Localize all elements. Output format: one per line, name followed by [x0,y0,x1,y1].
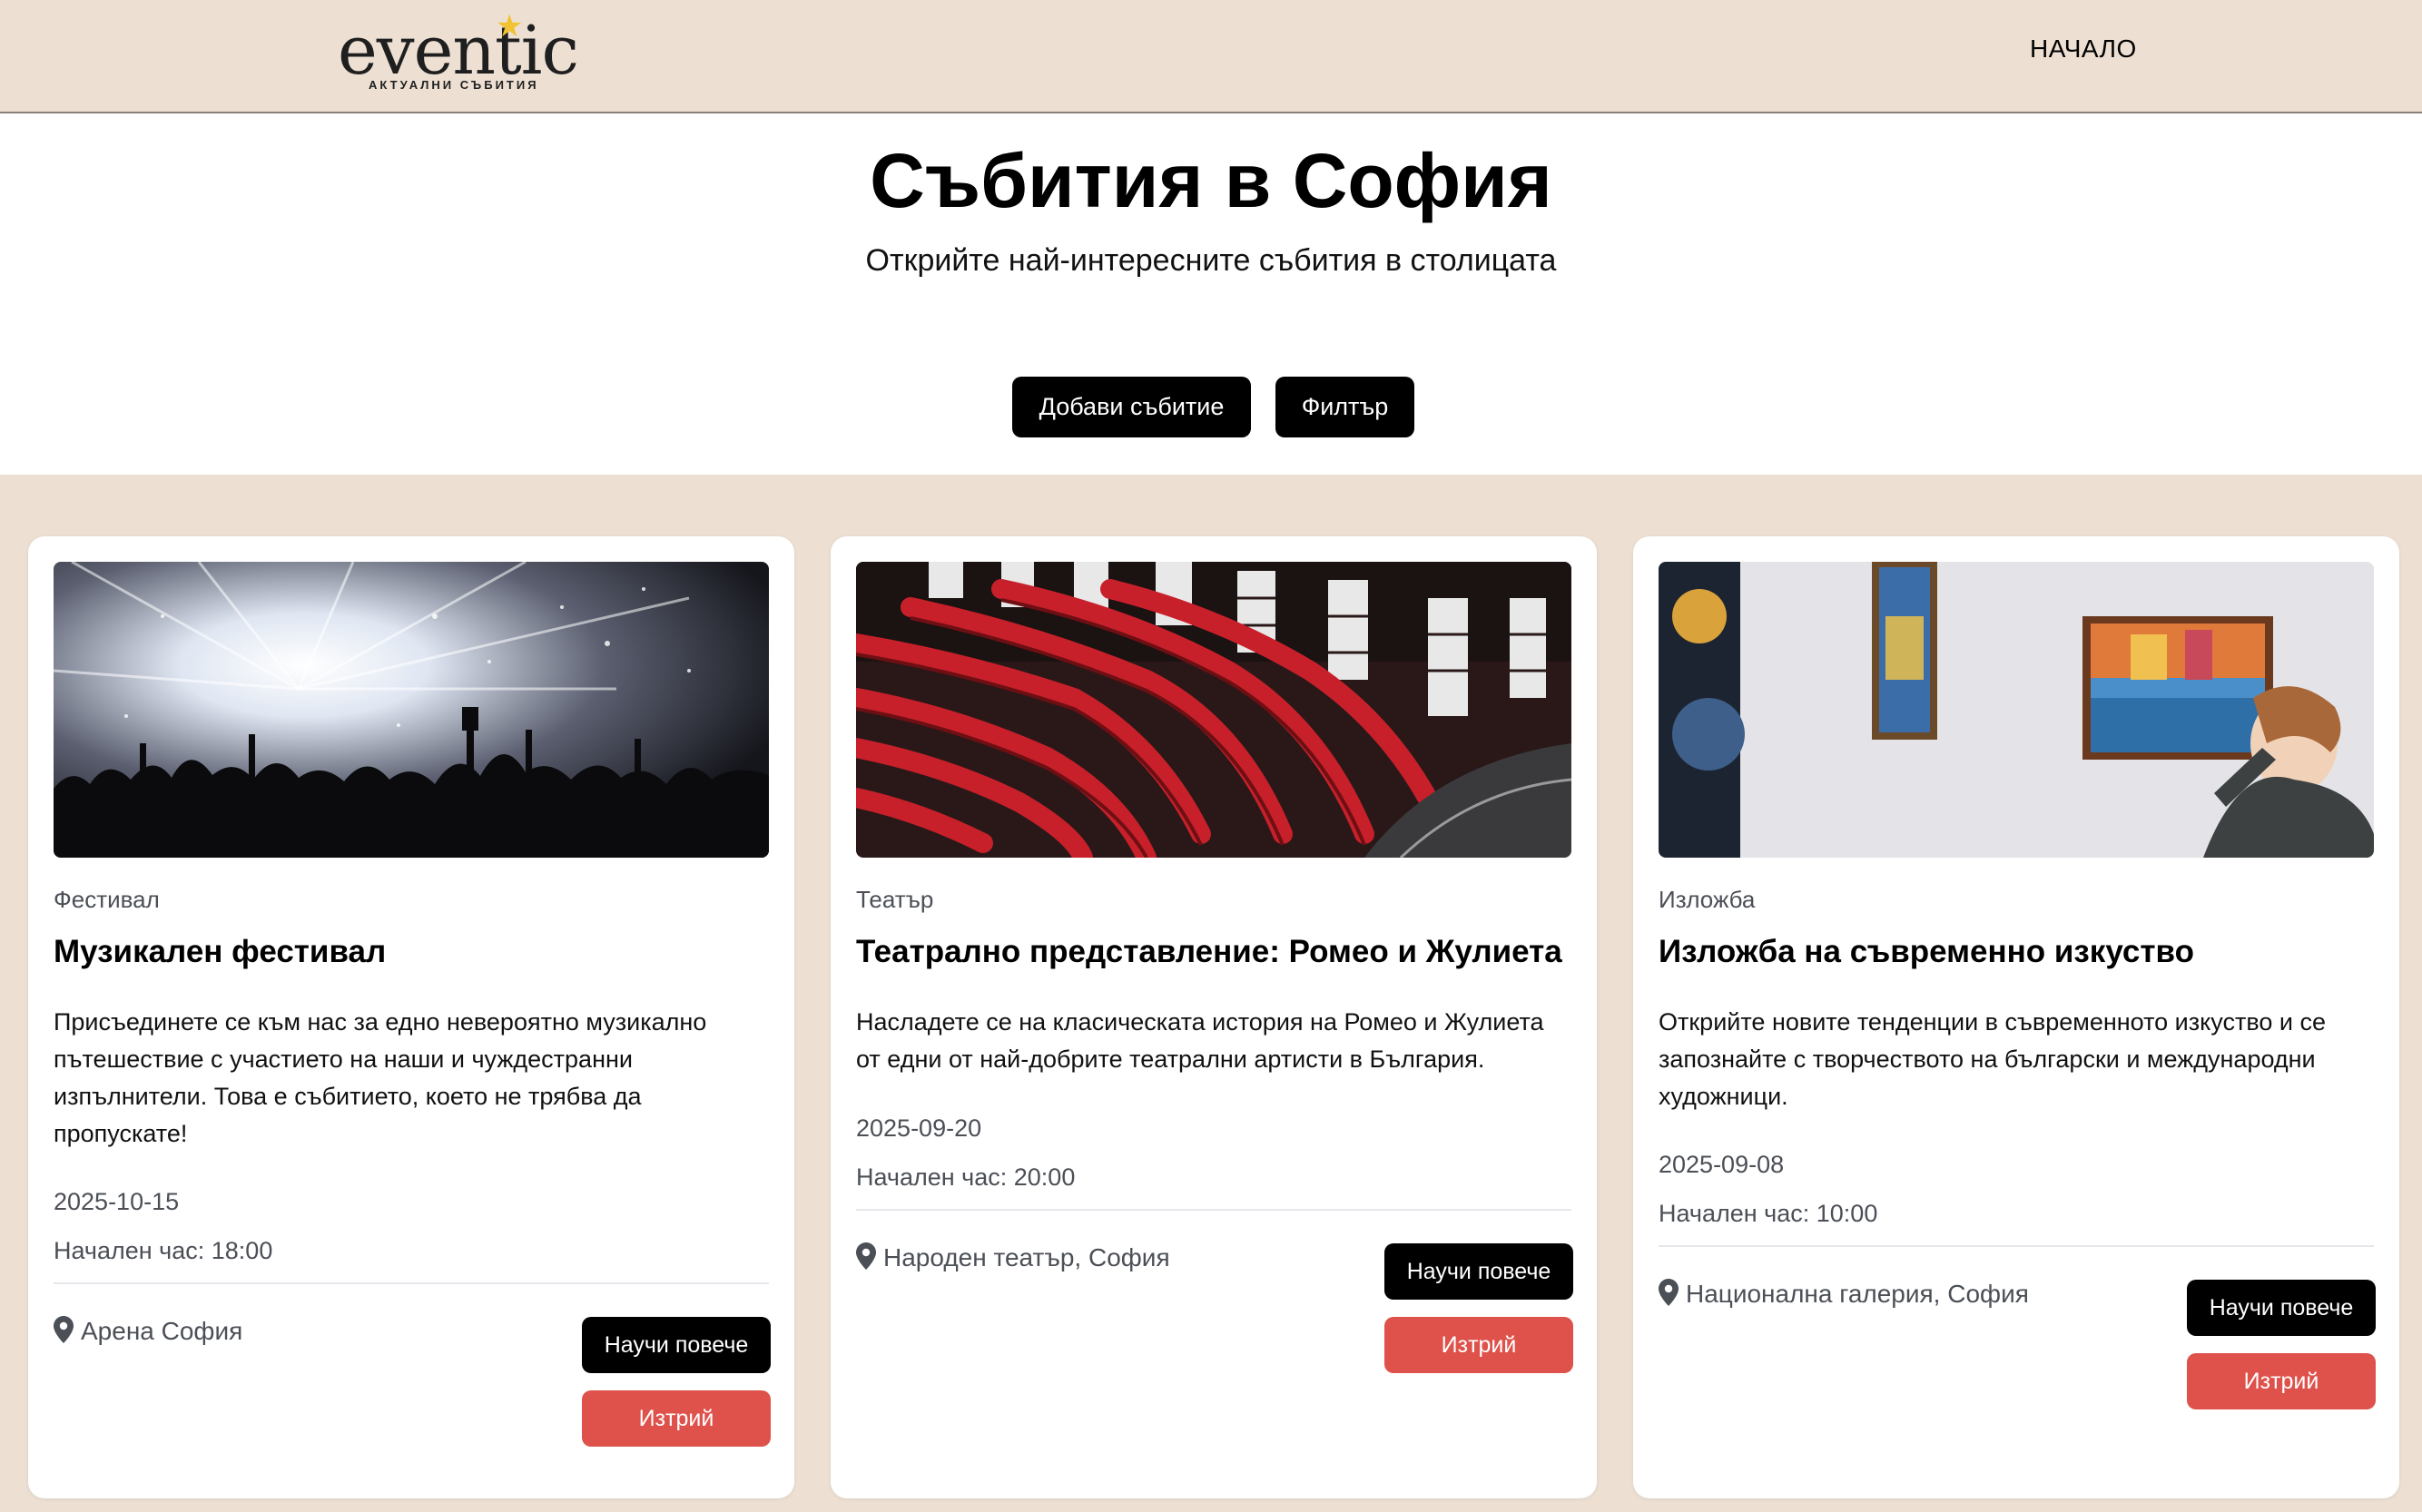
top-navbar: eventic ★ АКТУАЛНИ СЪБИТИЯ НАЧАЛО [0,0,2422,113]
event-location: Народен театър, София [856,1242,1170,1272]
card-divider [856,1209,1571,1211]
learn-more-button[interactable]: Научи повече [1384,1243,1573,1300]
page-title: Събития в София [870,138,1552,223]
event-start-time: Начален час: 20:00 [856,1163,1076,1191]
event-description: Насладете се на класическата история на … [856,1008,1544,1073]
event-category: Театър [856,886,934,913]
learn-more-button[interactable]: Научи повече [2187,1280,2376,1336]
card-divider [54,1282,769,1284]
event-location-text: Арена София [81,1317,243,1345]
event-image-concert [54,562,769,858]
event-date: 2025-10-15 [54,1188,180,1215]
event-image-gallery [1659,562,2374,858]
delete-button[interactable]: Изтрий [1384,1317,1573,1373]
star-icon: ★ [496,9,524,44]
event-card: Фестивал Музикален фестивал Присъединете… [28,536,794,1498]
event-description: Открийте новите тенденции в съвременното… [1659,1008,2326,1110]
event-start-time: Начален час: 10:00 [1659,1200,1878,1227]
event-date: 2025-09-20 [856,1114,982,1142]
events-grid: Фестивал Музикален фестивал Присъединете… [0,475,2422,1512]
event-title: Изложба на съвременно изкуство [1659,934,2194,969]
page-subtitle: Открийте най-интересните събития в столи… [865,243,1557,278]
event-category: Фестивал [54,886,160,913]
event-image-theatre [856,562,1571,858]
eventic-logo[interactable]: eventic ★ АКТУАЛНИ СЪБИТИЯ [338,9,579,94]
delete-button[interactable]: Изтрий [582,1390,771,1447]
hero-section: Събития в София Открийте най-интересните… [0,115,2422,475]
event-title: Театрално представление: Ромео и Жулиета [856,934,1562,969]
card-divider [1659,1245,2374,1247]
delete-button[interactable]: Изтрий [2187,1353,2376,1409]
event-card: Изложба Изложба на съвременно изкуство О… [1633,536,2399,1498]
event-start-time: Начален час: 18:00 [54,1237,273,1264]
event-location: Арена София [54,1316,242,1346]
event-title: Музикален фестивал [54,934,387,969]
logo-tagline: АКТУАЛНИ СЪБИТИЯ [369,78,539,92]
filter-button[interactable]: Филтър [1275,377,1414,437]
add-event-button[interactable]: Добави събитие [1012,377,1251,437]
learn-more-button[interactable]: Научи повече [582,1317,771,1373]
event-category: Изложба [1659,886,1756,913]
map-pin-icon [1659,1279,1679,1306]
nav-link-home[interactable]: НАЧАЛО [2030,34,2137,64]
map-pin-icon [856,1242,876,1270]
event-description: Присъединете се към нас за едно невероят… [54,1008,707,1147]
event-location: Национална галерия, София [1659,1279,2029,1309]
event-card: Театър Театрално представление: Ромео и … [831,536,1597,1498]
event-location-text: Народен театър, София [883,1243,1170,1271]
event-date: 2025-09-08 [1659,1151,1785,1178]
event-location-text: Национална галерия, София [1686,1280,2029,1308]
map-pin-icon [54,1316,74,1343]
